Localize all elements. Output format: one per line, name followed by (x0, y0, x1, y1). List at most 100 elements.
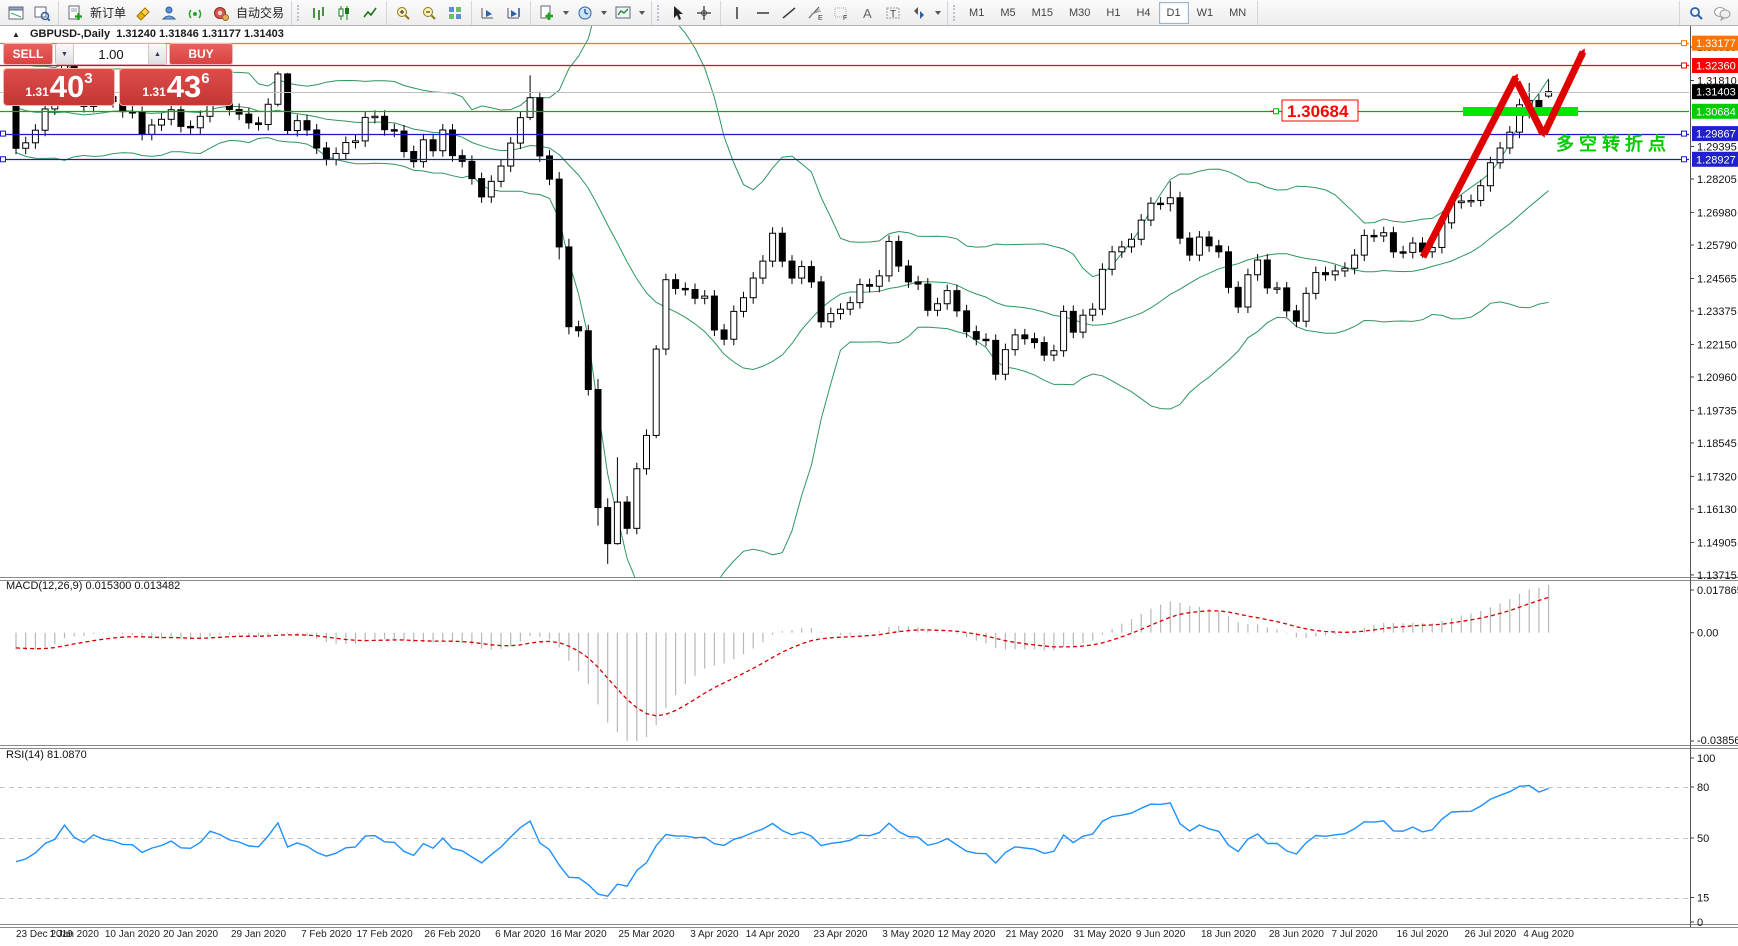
toolbar-drag-handle[interactable] (657, 5, 663, 21)
autotrade-label[interactable]: 自动交易 (236, 4, 284, 21)
bar-chart-mode-icon[interactable] (306, 1, 330, 25)
svg-text:1.24565: 1.24565 (1697, 273, 1737, 285)
date-label: 16 Mar 2020 (551, 929, 608, 940)
svg-text:T: T (890, 9, 896, 20)
buy-button[interactable]: BUY (169, 43, 233, 65)
profile-charts-icon[interactable] (30, 1, 54, 25)
cursor-icon[interactable] (666, 1, 690, 25)
text-tool-icon[interactable]: A (855, 1, 879, 25)
svg-text:A: A (863, 6, 872, 21)
auto-scroll-icon[interactable] (476, 1, 500, 25)
buy-price-prefix: 1.31 (142, 85, 165, 99)
timeframe-M30[interactable]: M30 (1061, 2, 1098, 24)
gold-icon[interactable] (131, 1, 155, 25)
price-chart-canvas[interactable]: 1.30684多空转折点1.330351.318101.293951.28205… (0, 0, 1738, 941)
search-icon[interactable] (1684, 1, 1708, 25)
date-label: 26 Feb 2020 (424, 929, 481, 940)
svg-text:1.32360: 1.32360 (1696, 60, 1736, 72)
zoom-in-icon[interactable] (391, 1, 415, 25)
crosshair-icon[interactable] (692, 1, 716, 25)
add-indicator-icon[interactable] (535, 1, 559, 25)
chart-window[interactable]: 1.30684多空转折点1.330351.318101.293951.28205… (0, 0, 1738, 941)
svg-text:1.33177: 1.33177 (1696, 38, 1736, 50)
date-label: 7 Jul 2020 (1332, 929, 1379, 940)
svg-text:1.20960: 1.20960 (1697, 372, 1737, 384)
sell-price-prefix: 1.31 (25, 85, 48, 99)
template-icon[interactable] (611, 1, 635, 25)
new-order-icon[interactable] (63, 1, 87, 25)
svg-text:1.18545: 1.18545 (1697, 438, 1737, 450)
new-order-label[interactable]: 新订单 (90, 4, 126, 21)
grid-tool-icon[interactable]: F (829, 1, 853, 25)
timeframe-group: M1M5M15M30H1H4D1W1MN (948, 1, 1258, 25)
chart-title: GBPUSD-,Daily 1.31240 1.31846 1.31177 1.… (30, 28, 284, 40)
svg-text:E: E (818, 15, 823, 21)
svg-text:100: 100 (1697, 753, 1715, 765)
date-label: 14 Apr 2020 (746, 929, 800, 940)
autotrade-icon[interactable] (209, 1, 233, 25)
date-label: 17 Feb 2020 (357, 929, 414, 940)
sell-price-button[interactable]: 1.31 40 3 (3, 68, 115, 106)
svg-text:0.017865: 0.017865 (1697, 585, 1738, 597)
timeframe-M15[interactable]: M15 (1024, 2, 1061, 24)
date-label: 25 Mar 2020 (618, 929, 675, 940)
svg-text:1.19735: 1.19735 (1697, 405, 1737, 417)
buy-price-big: 43 (167, 68, 201, 106)
periods-icon[interactable] (573, 1, 597, 25)
toolbar-drag-handle[interactable] (297, 5, 303, 21)
chart-shift-icon[interactable] (502, 1, 526, 25)
signal-icon[interactable] (183, 1, 207, 25)
timeframe-D1[interactable]: D1 (1159, 2, 1189, 24)
arrows-tool-icon[interactable] (907, 1, 931, 25)
periods-dropdown[interactable] (601, 11, 607, 15)
date-label: 10 Jan 2020 (105, 929, 160, 940)
volume-increase-button[interactable]: ▲ (148, 44, 166, 64)
svg-text:0.00: 0.00 (1697, 628, 1718, 640)
zoom-out-icon[interactable] (417, 1, 441, 25)
horizontal-line-tool-icon[interactable] (751, 1, 775, 25)
timeframe-M1[interactable]: M1 (961, 2, 992, 24)
sell-price-sup: 3 (84, 70, 92, 87)
line-chart-mode-icon[interactable] (358, 1, 382, 25)
trendline-tool-icon[interactable] (777, 1, 801, 25)
timeframe-W1[interactable]: W1 (1189, 2, 1222, 24)
svg-text:50: 50 (1697, 833, 1709, 845)
date-label: 18 Jun 2020 (1201, 929, 1256, 940)
price-annotation-text: 1.30684 (1287, 102, 1349, 121)
template-dropdown[interactable] (639, 11, 645, 15)
svg-text:1.29395: 1.29395 (1697, 141, 1737, 153)
svg-text:1.29867: 1.29867 (1696, 129, 1736, 141)
volume-decrease-button[interactable]: ▼ (56, 44, 74, 64)
user-icon[interactable] (157, 1, 181, 25)
add-indicator-dropdown[interactable] (563, 11, 569, 15)
date-label: 3 May 2020 (882, 929, 935, 940)
svg-text:1.14905: 1.14905 (1697, 537, 1737, 549)
sell-button[interactable]: SELL (3, 43, 53, 65)
text-label-tool-icon[interactable]: T (881, 1, 905, 25)
collapse-panel-icon[interactable]: ▲ (12, 30, 20, 39)
svg-text:1.23375: 1.23375 (1697, 306, 1737, 318)
tile-windows-icon[interactable] (443, 1, 467, 25)
svg-text:0: 0 (1697, 917, 1703, 929)
timeframe-M5[interactable]: M5 (992, 2, 1023, 24)
buy-price-button[interactable]: 1.31 43 6 (119, 68, 233, 106)
timeframe-H1[interactable]: H1 (1098, 2, 1128, 24)
svg-text:1.26980: 1.26980 (1697, 207, 1737, 219)
sell-price-big: 40 (50, 68, 84, 106)
arrows-tool-dropdown[interactable] (935, 11, 941, 15)
timeframe-H4[interactable]: H4 (1128, 2, 1158, 24)
fibonacci-tool-icon[interactable]: E (803, 1, 827, 25)
chart-window-icon[interactable] (4, 1, 28, 25)
vertical-line-tool-icon[interactable] (725, 1, 749, 25)
toolbar-drag-handle[interactable] (953, 5, 959, 21)
date-label: 12 May 2020 (938, 929, 996, 940)
candlestick-mode-icon[interactable] (332, 1, 356, 25)
volume-value[interactable]: 1.00 (74, 44, 148, 64)
date-label: 31 May 2020 (1073, 929, 1131, 940)
main-toolbar: 新订单 自动交易 E F A T M1M5M15M30H1H4D1W (0, 0, 1738, 26)
svg-text:1.28205: 1.28205 (1697, 174, 1737, 186)
date-label: 20 Jan 2020 (163, 929, 218, 940)
svg-text:-0.038561: -0.038561 (1697, 735, 1738, 747)
chat-icon[interactable] (1710, 1, 1734, 25)
timeframe-MN[interactable]: MN (1221, 2, 1254, 24)
